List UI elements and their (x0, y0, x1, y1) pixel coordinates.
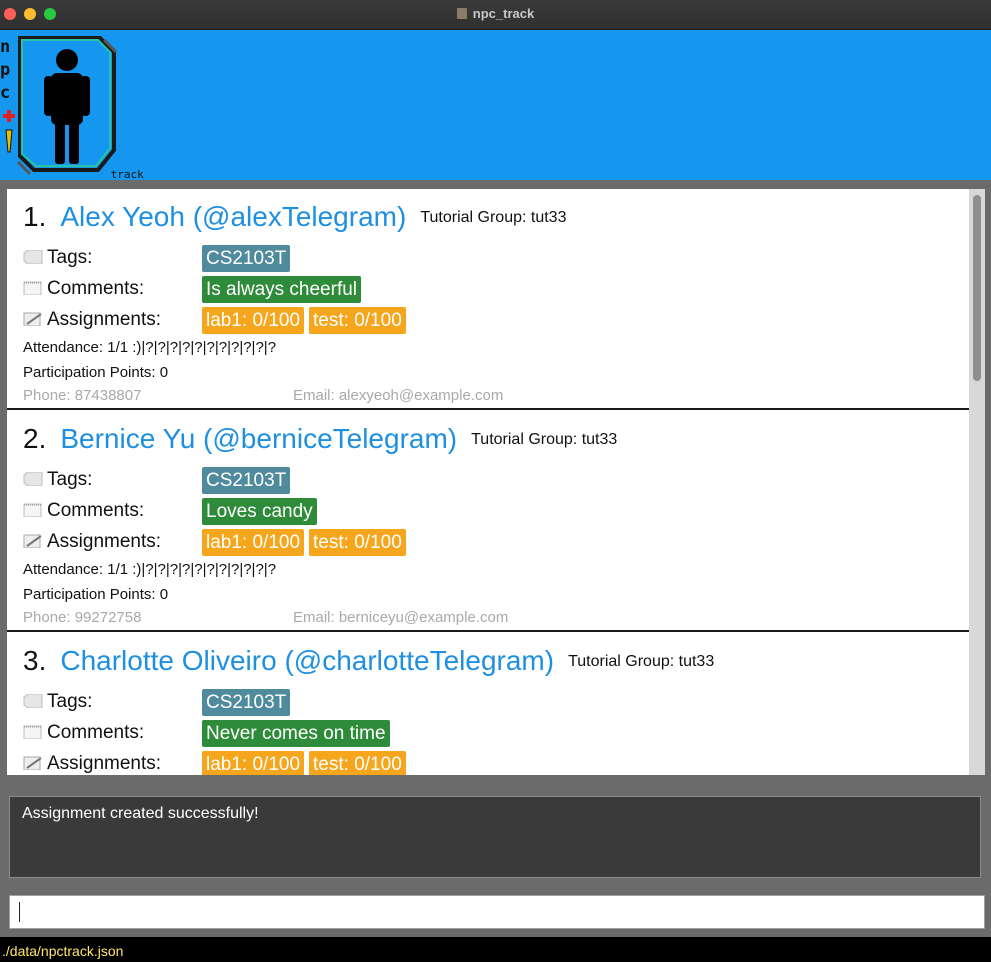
attendance: Attendance: 1/1 :)|?|?|?|?|?|?|?|?|?|?|? (23, 561, 277, 578)
notepad-icon (23, 725, 42, 739)
assignments-row: Assignments: lab1: 0/100 test: 0/100 (23, 307, 923, 334)
logo-letter-p: p (0, 60, 10, 80)
notepad-icon (23, 281, 42, 295)
person-index: 2. (23, 423, 47, 454)
assignments-row: Assignments: lab1: 0/100 test: 0/100 (23, 529, 923, 556)
command-input[interactable] (9, 895, 985, 929)
person-card-header: 3. Charlotte Oliveiro (@charlotteTelegram… (23, 645, 714, 677)
tag-icon (23, 694, 43, 708)
logo-letter-n: n (0, 37, 10, 57)
tutorial-group: Tutorial Group: tut33 (420, 209, 567, 226)
comments-row: Comments: Is always cheerful (23, 276, 923, 303)
assignments-label: Assignments: (47, 753, 162, 774)
tag-chip: CS2103T (202, 245, 291, 272)
comments-row: Comments: Loves candy (23, 498, 923, 525)
logo-letter-c: c (0, 83, 10, 103)
result-display: Assignment created successfully! (9, 796, 981, 878)
participation-points: Participation Points: 0 (23, 364, 169, 381)
memo-icon (23, 312, 42, 326)
memo-icon (23, 756, 42, 770)
app-header: n p c _track (0, 30, 991, 180)
assignment-chip: test: 0/100 (309, 307, 406, 334)
tags-row: Tags: CS2103T (23, 467, 923, 494)
tags-row: Tags: CS2103T (23, 245, 923, 272)
assignments-label: Assignments: (47, 309, 162, 330)
scrollbar-thumb[interactable] (973, 195, 981, 381)
tags-row: Tags: CS2103T (23, 689, 923, 716)
person-card[interactable]: 2. Bernice Yu (@berniceTelegram) Tutorial … (7, 411, 969, 632)
comments-label: Comments: (47, 500, 145, 521)
list-scrollbar[interactable] (969, 189, 985, 775)
assignment-chip: test: 0/100 (309, 751, 406, 775)
participation-points: Participation Points: 0 (23, 586, 169, 603)
comment-chip: Is always cheerful (202, 276, 362, 303)
logo-suffix: _track (104, 168, 144, 180)
attendance: Attendance: 1/1 :)|?|?|?|?|?|?|?|?|?|?|? (23, 339, 277, 356)
tag-chip: CS2103T (202, 689, 291, 716)
status-bar: ./data/npctrack.json (0, 937, 991, 962)
person-card[interactable]: 1. Alex Yeoh (@alexTelegram) Tutorial Grou… (7, 189, 969, 410)
memo-icon (23, 534, 42, 548)
text-caret (19, 902, 20, 922)
comment-chip: Never comes on time (202, 720, 390, 747)
email: Email: alexyeoh@example.com (293, 387, 504, 404)
assignments-label: Assignments: (47, 531, 162, 552)
result-message: Assignment created successfully! (22, 805, 259, 822)
comments-row: Comments: Never comes on time (23, 720, 923, 747)
comments-label: Comments: (47, 278, 145, 299)
title-bar: npc_track (0, 0, 991, 30)
comment-chip: Loves candy (202, 498, 317, 525)
window-title: npc_track (0, 6, 991, 21)
tags-label: Tags: (47, 247, 93, 268)
email: Email: berniceyu@example.com (293, 609, 509, 626)
assignment-chip: lab1: 0/100 (202, 307, 305, 334)
tag-icon (23, 250, 43, 264)
person-list[interactable]: 1. Alex Yeoh (@alexTelegram) Tutorial Grou… (7, 189, 969, 775)
tags-label: Tags: (47, 469, 93, 490)
data-file-path: ./data/npctrack.json (2, 943, 124, 959)
tutorial-group: Tutorial Group: tut33 (568, 653, 715, 670)
person-name: Alex Yeoh (@alexTelegram) (60, 201, 407, 232)
person-index: 3. (23, 645, 47, 676)
assignment-chip: lab1: 0/100 (202, 529, 305, 556)
person-name: Bernice Yu (@berniceTelegram) (60, 423, 458, 454)
comments-label: Comments: (47, 722, 145, 743)
tag-chip: CS2103T (202, 467, 291, 494)
person-name: Charlotte Oliveiro (@charlotteTelegram) (60, 645, 555, 676)
person-card-header: 2. Bernice Yu (@berniceTelegram) Tutorial … (23, 423, 617, 455)
person-index: 1. (23, 201, 47, 232)
document-icon (456, 8, 467, 19)
npc-track-logo-icon: n p c _track (0, 36, 144, 180)
window-title-text: npc_track (472, 6, 535, 21)
assignment-chip: lab1: 0/100 (202, 751, 305, 775)
tags-label: Tags: (47, 691, 93, 712)
person-card[interactable]: 3. Charlotte Oliveiro (@charlotteTelegram… (7, 633, 969, 775)
assignments-row: Assignments: lab1: 0/100 test: 0/100 (23, 751, 923, 775)
notepad-icon (23, 503, 42, 517)
phone: Phone: 87438807 (23, 387, 142, 404)
phone: Phone: 99272758 (23, 609, 142, 626)
assignment-chip: test: 0/100 (309, 529, 406, 556)
person-card-header: 1. Alex Yeoh (@alexTelegram) Tutorial Grou… (23, 201, 566, 233)
tutorial-group: Tutorial Group: tut33 (471, 431, 618, 448)
tag-icon (23, 472, 43, 486)
